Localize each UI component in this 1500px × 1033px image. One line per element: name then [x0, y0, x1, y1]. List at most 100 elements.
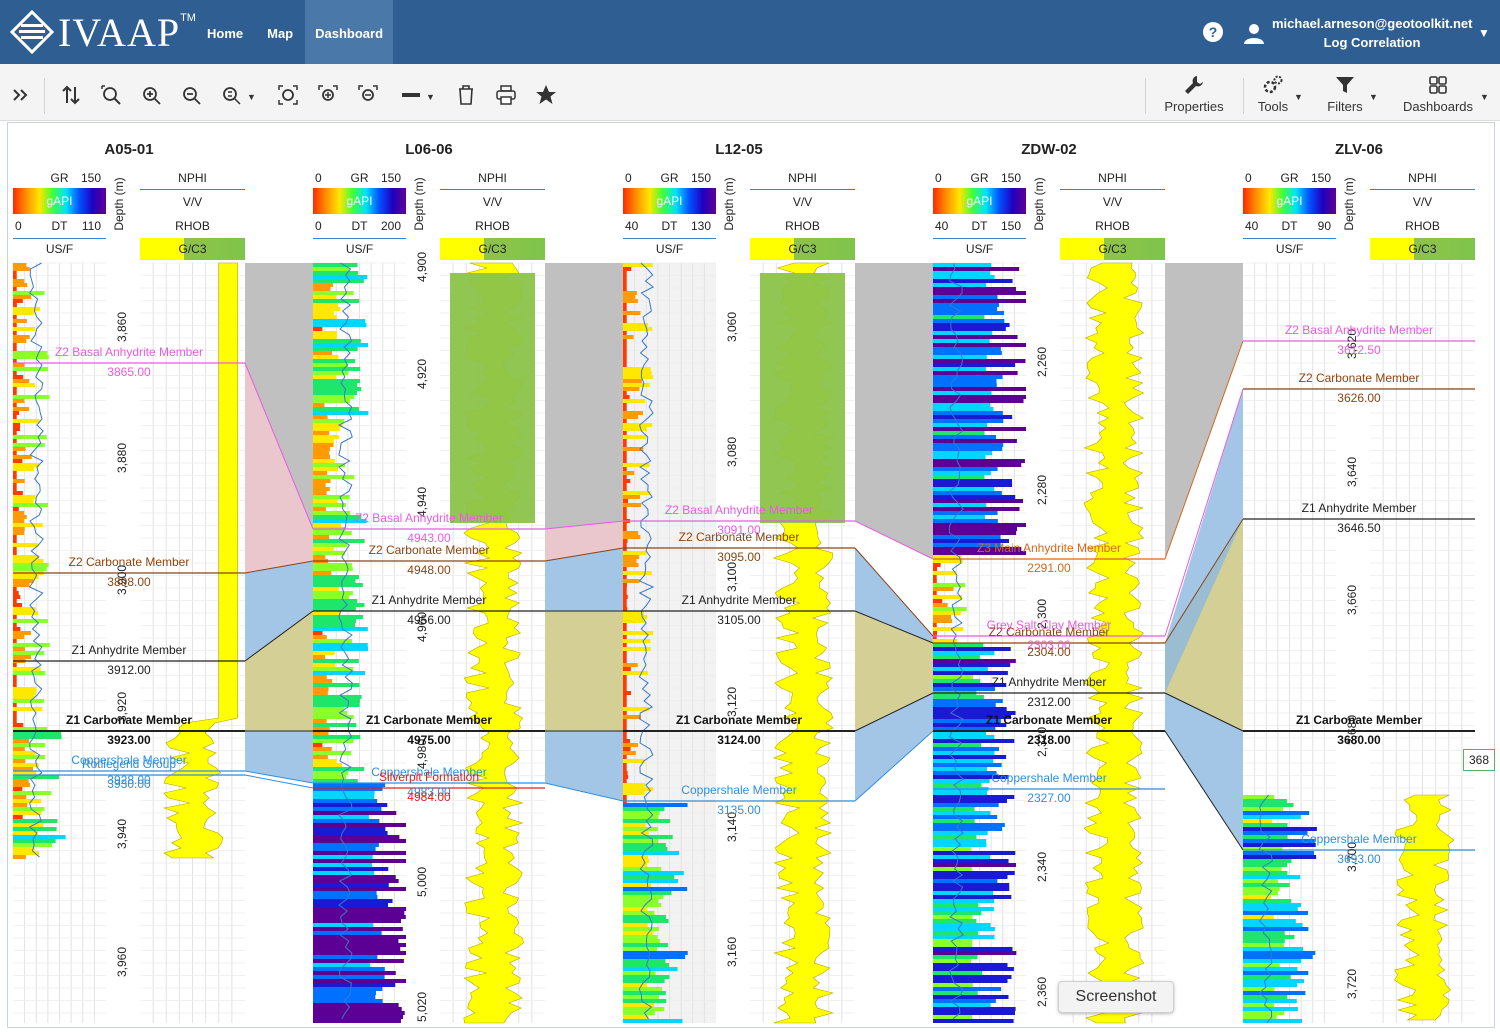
- user-info[interactable]: michael.arneson@geotoolkit.net Log Corre…: [1272, 14, 1473, 52]
- zoom-out-window-icon[interactable]: [355, 82, 381, 108]
- formation-name[interactable]: Z2 Carbonate Member: [679, 530, 800, 544]
- nphi-rhob-header[interactable]: NPHI V/V RHOB G/C3: [440, 168, 545, 263]
- chevron-down-icon[interactable]: ▼: [1478, 26, 1490, 40]
- well-title[interactable]: A05-01: [13, 141, 245, 158]
- gr-dt-header[interactable]: 0 GR 150 gAPI 40 DT 90 US/F: [1243, 168, 1336, 263]
- well-title[interactable]: L12-05: [623, 141, 855, 158]
- line-style-dropdown-icon[interactable]: ▼: [426, 92, 435, 102]
- nav-home[interactable]: Home: [195, 0, 255, 64]
- formation-name[interactable]: Z1 Anhydrite Member: [992, 675, 1107, 689]
- formation-name[interactable]: Rotliegend Group: [82, 757, 176, 771]
- formation-name[interactable]: Z2 Basal Anhydrite Member: [55, 345, 203, 359]
- toolbar: ▼ ▼ Properties Tools ▼ Filters ▼ Dashboa…: [0, 64, 1500, 121]
- toolbar-divider: [1243, 78, 1244, 114]
- formation-name[interactable]: Z2 Carbonate Member: [69, 555, 190, 569]
- trash-icon[interactable]: [453, 82, 479, 108]
- formation-name[interactable]: Z1 Anhydrite Member: [72, 643, 187, 657]
- nphi-unit: V/V: [1412, 195, 1433, 209]
- formation-depth: 3626.00: [1337, 391, 1381, 405]
- formation-name[interactable]: Z1 Carbonate Member: [986, 713, 1112, 727]
- depth-axis-label: Depth (m): [412, 177, 426, 231]
- filters-button[interactable]: Filters: [1322, 74, 1368, 114]
- gr-max: 150: [380, 171, 401, 185]
- toolbar-divider: [1145, 78, 1146, 114]
- nphi-rhob-header[interactable]: NPHI V/V RHOB G/C3: [1060, 168, 1165, 263]
- formation-name[interactable]: Coppershale Member: [991, 771, 1106, 785]
- print-icon[interactable]: [493, 82, 519, 108]
- formation-name[interactable]: Coppershale Member: [681, 783, 796, 797]
- well-title[interactable]: L06-06: [313, 141, 545, 158]
- app-logo[interactable]: IVAAP TM: [10, 6, 196, 58]
- user-icon[interactable]: [1243, 22, 1265, 44]
- formation-name[interactable]: Silverpit Formation: [379, 770, 479, 784]
- tools-label: Tools: [1257, 99, 1289, 114]
- gr-dt-header[interactable]: 0 GR 150 gAPI 0 DT 200 US/F: [313, 168, 406, 263]
- wrench-icon: [1185, 76, 1203, 94]
- tools-button[interactable]: Tools: [1250, 74, 1296, 114]
- formation-name[interactable]: Z2 Carbonate Member: [989, 625, 1110, 639]
- formation-name[interactable]: Z1 Carbonate Member: [66, 713, 192, 727]
- dt-max: 150: [1000, 219, 1021, 233]
- well-title[interactable]: ZLV-06: [1243, 141, 1475, 158]
- well-correlation-panel[interactable]: A05-01 GR 150 gAPI 0 DT 110 US/F Depth (m…: [7, 122, 1495, 1028]
- sort-depth-icon[interactable]: [58, 82, 84, 108]
- gr-color-scale: gAPI: [1243, 188, 1336, 214]
- formation-name[interactable]: Z2 Basal Anhydrite Member: [355, 511, 503, 525]
- formation-name[interactable]: Z2 Basal Anhydrite Member: [1285, 323, 1433, 337]
- formation-name[interactable]: Z1 Anhydrite Member: [372, 593, 487, 607]
- gr-min: 0: [625, 171, 632, 185]
- gr-dt-header[interactable]: 0 GR 150 gAPI 40 DT 150 US/F: [933, 168, 1026, 263]
- formation-name[interactable]: Z2 Carbonate Member: [1299, 371, 1420, 385]
- help-icon[interactable]: ?: [1203, 22, 1223, 42]
- depth-tick-label: 3,960: [115, 946, 129, 978]
- nav-dashboard[interactable]: Dashboard: [305, 0, 394, 64]
- tools-dropdown-icon[interactable]: ▼: [1294, 92, 1303, 102]
- formation-name[interactable]: Z1 Carbonate Member: [366, 713, 492, 727]
- fit-window-icon[interactable]: [275, 82, 301, 108]
- ivaap-logo-icon: [10, 10, 54, 54]
- gr-mnemonic: GR: [50, 171, 69, 185]
- star-icon[interactable]: [533, 82, 559, 108]
- expand-sidebar-icon[interactable]: [8, 82, 34, 108]
- well-title[interactable]: ZDW-02: [933, 141, 1165, 158]
- zoom-scale-icon[interactable]: [218, 82, 244, 108]
- dashboards-dropdown-icon[interactable]: ▼: [1480, 92, 1489, 102]
- formation-name[interactable]: Z3 Main Anhydrite Member: [977, 541, 1121, 555]
- formation-name[interactable]: Z1 Carbonate Member: [1296, 713, 1422, 727]
- filters-dropdown-icon[interactable]: ▼: [1369, 92, 1378, 102]
- dt-unit: US/F: [45, 242, 74, 256]
- zoom-in-window-icon[interactable]: [315, 82, 341, 108]
- formation-name[interactable]: Z1 Carbonate Member: [676, 713, 802, 727]
- depth-tick-label: 5,020: [415, 991, 429, 1023]
- nav-map[interactable]: Map: [255, 0, 305, 64]
- formation-depth: 3865.00: [107, 365, 151, 379]
- dt-scale-line: [1243, 238, 1336, 239]
- formation-name[interactable]: Z1 Anhydrite Member: [682, 593, 797, 607]
- gears-icon: [1263, 75, 1283, 94]
- properties-button[interactable]: Properties: [1158, 74, 1230, 114]
- formation-name[interactable]: Coppershale Member: [1301, 832, 1416, 846]
- nphi-rhob-header[interactable]: NPHI V/V RHOB G/C3: [750, 168, 855, 263]
- funnel-icon: [1336, 77, 1354, 93]
- dashboards-label: Dashboards: [1402, 99, 1474, 114]
- zoom-fit-icon[interactable]: [98, 82, 124, 108]
- gr-dt-header[interactable]: 0 GR 150 gAPI 40 DT 130 US/F: [623, 168, 716, 263]
- rhob-fill-scale: G/C3: [1060, 238, 1165, 260]
- zoom-in-icon[interactable]: [138, 82, 164, 108]
- formation-name[interactable]: Z1 Anhydrite Member: [1302, 501, 1417, 515]
- line-style-icon[interactable]: [398, 82, 424, 108]
- dashboards-button[interactable]: Dashboards: [1398, 74, 1478, 114]
- zoom-out-icon[interactable]: [178, 82, 204, 108]
- depth-tick-label: 5,000: [415, 866, 429, 898]
- formation-name[interactable]: Z2 Carbonate Member: [369, 543, 490, 557]
- gr-dt-header[interactable]: GR 150 gAPI 0 DT 110 US/F: [13, 168, 106, 263]
- zoom-scale-dropdown-icon[interactable]: ▼: [247, 92, 256, 102]
- formation-depth: 3612.50: [1337, 343, 1381, 357]
- nphi-rhob-header[interactable]: NPHI V/V RHOB G/C3: [140, 168, 245, 263]
- dashboard-name: Log Correlation: [1323, 35, 1421, 50]
- nphi-rhob-header[interactable]: NPHI V/V RHOB G/C3: [1370, 168, 1475, 263]
- formation-name[interactable]: Z2 Basal Anhydrite Member: [665, 503, 813, 517]
- rhob-fill-scale: G/C3: [140, 238, 245, 260]
- formation-depth: 2291.00: [1027, 561, 1071, 575]
- depth-tick-label: 3,940: [115, 818, 129, 850]
